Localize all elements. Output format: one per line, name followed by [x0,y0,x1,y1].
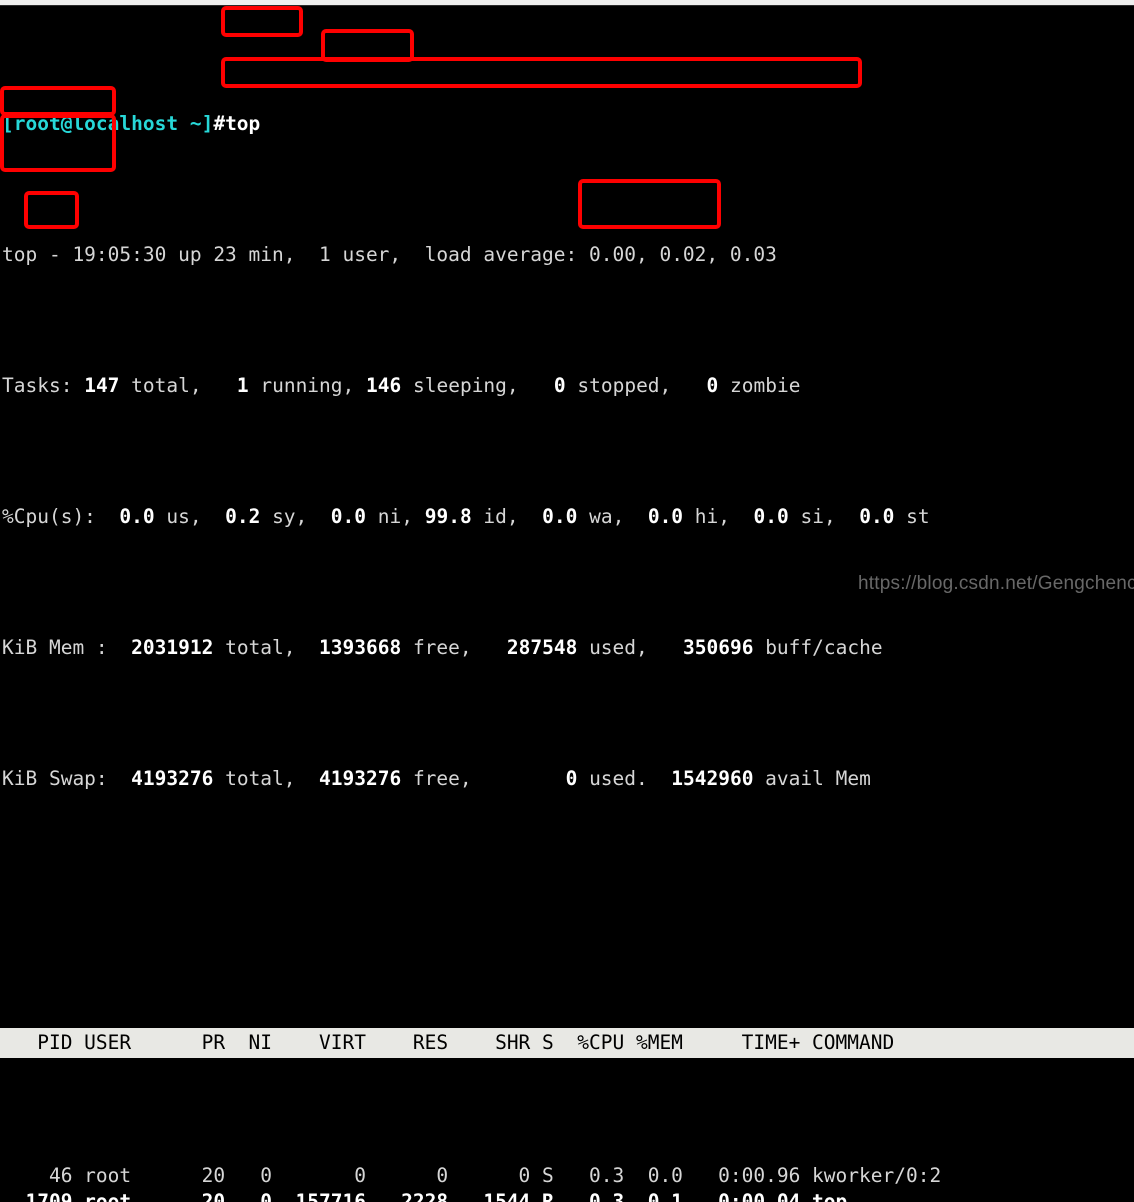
process-table-body: 46 root 20 0 0 0 0 S 0.3 0.0 0:00.96 kwo… [0,1163,1134,1202]
mem-buffcache-value: 350696 [683,635,754,659]
top-cpu-line: %Cpu(s): 0.0 us, 0.2 sy, 0.0 ni, 99.8 id… [2,504,930,528]
cpu-sy-value: 0.2 [225,504,261,528]
terminal-screen: [root@localhost ~]#top top - 19:05:30 up… [0,0,1134,1202]
tasks-sleeping-value: 146 [366,373,402,397]
tasks-stopped-value: 0 [553,373,566,397]
shell-command: #top [213,111,261,135]
shell-prompt: [root@localhost ~] [2,111,214,135]
swap-avail-value: 1542960 [671,766,754,790]
uptime-prefix: top - 19:05:30 up 23 min, [2,242,319,266]
process-row[interactable]: 1709 root 20 0 157716 2228 1544 R 0.3 0.… [0,1189,1134,1202]
swap-total-value: 4193276 [131,766,214,790]
top-tasks-line: Tasks: 147 total, 1 running, 146 sleepin… [2,373,801,397]
top-mem-line: KiB Mem : 2031912 total, 1393668 free, 2… [2,635,883,659]
swap-free-value: 4193276 [319,766,402,790]
cpu-id-value: 99.8 [424,504,472,528]
swap-label: KiB Swap: [2,766,108,790]
watermark-text: https://blog.csdn.net/Gengchenchen [858,573,1134,594]
cpu-wa-value: 0.0 [542,504,578,528]
process-row[interactable]: 46 root 20 0 0 0 0 S 0.3 0.0 0:00.96 kwo… [0,1163,1134,1189]
terminal-output: [root@localhost ~]#top top - 19:05:30 up… [0,6,1134,1202]
cpu-hi-value: 0.0 [647,504,684,528]
shell-prompt-line[interactable]: [root@localhost ~]#top [0,111,1134,137]
process-table-header[interactable]: PID USER PR NI VIRT RES SHR S %CPU %MEM … [0,1027,1134,1058]
mem-free-value: 1393668 [319,635,402,659]
tasks-total-value: 147 [84,373,120,397]
uptime-users: 1 user, [318,242,402,266]
tasks-zombie-value: 0 [706,373,719,397]
cpu-label: %Cpu(s): [2,504,96,528]
tasks-total-word: total, [119,373,202,397]
tasks-running-value: 1 [236,373,249,397]
mem-total-value: 2031912 [131,635,214,659]
uptime-loadavg: load average: 0.00, 0.02, 0.03 [401,242,777,266]
mem-used-value: 287548 [506,635,578,659]
mem-label: KiB Mem : [2,635,108,659]
top-swap-line: KiB Swap: 4193276 total, 4193276 free, 0… [2,766,871,790]
cpu-ni-value: 0.0 [330,504,367,528]
top-uptime-line: top - 19:05:30 up 23 min, 1 user, load a… [0,242,1134,268]
cpu-st-value: 0.0 [859,504,895,528]
cpu-si-value: 0.0 [753,504,789,528]
swap-used-value: 0 [565,766,578,790]
tasks-label: Tasks: [2,373,73,397]
cpu-us-value: 0.0 [119,504,155,528]
